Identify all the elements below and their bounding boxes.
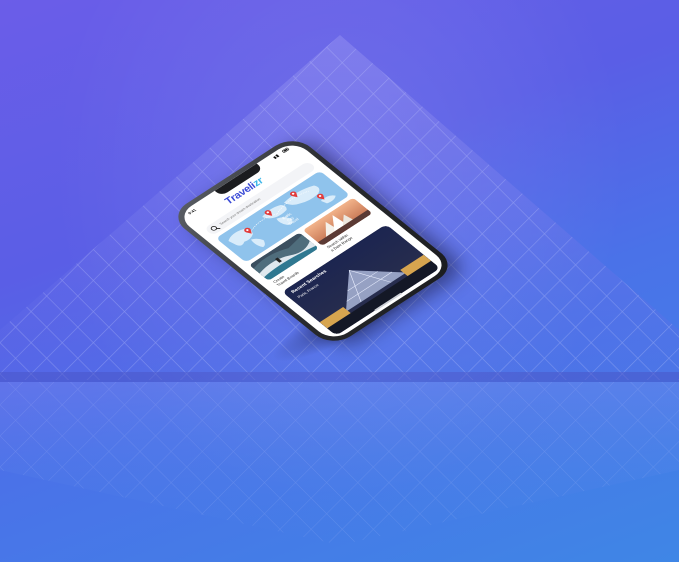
promo-canvas: 9:41 Travelizr Search your dream destina…	[0, 0, 679, 562]
status-time: 9:41	[186, 207, 198, 216]
battery-icon	[273, 147, 290, 160]
